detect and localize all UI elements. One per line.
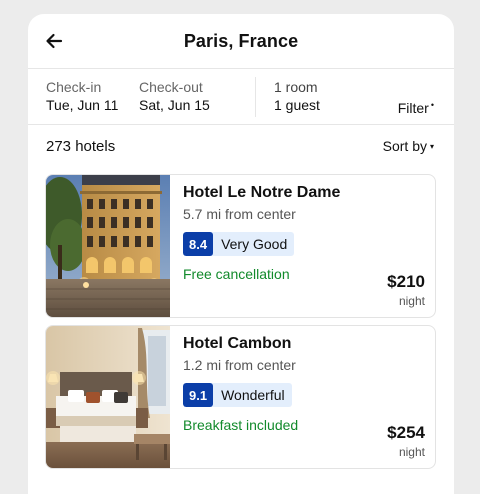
sort-button[interactable]: Sort by ▾ [383,138,434,154]
hotel-perk: Free cancellation [183,266,290,282]
rating-word: Wonderful [221,387,285,403]
sort-label: Sort by [382,138,427,154]
checkin-label: Check-in [46,79,102,95]
divider [255,77,256,117]
price-block: $210 night [387,272,425,308]
results-bar: 273 hotels Sort by ▾ [28,125,454,169]
rooms-guests-field[interactable]: 1 room 1 guest [274,79,320,114]
hotel-card[interactable]: Hotel Cambon 1.2 mi from center 9.1 Wond… [45,325,436,469]
checkout-label: Check-out [139,79,203,95]
hotel-distance: 1.2 mi from center [183,357,296,373]
rating-word: Very Good [221,236,288,252]
price-value: $210 [387,272,425,291]
page-title: Paris, France [183,31,299,51]
price-unit: night [398,445,425,459]
checkout-value: Sat, Jun 15 [139,97,210,113]
hotel-distance: 5.7 mi from center [183,206,296,222]
hotel-room-photo [46,326,170,468]
results-count: 273 hotels [46,138,116,155]
hotel-card-body: Hotel Cambon 1.2 mi from center 9.1 Wond… [183,326,435,468]
search-summary: Check-in Tue, Jun 11 Check-out Sat, Jun … [28,69,454,125]
top-bar: Paris, France [28,14,454,69]
rooms-value: 1 room [274,79,318,95]
guests-value: 1 guest [274,97,320,113]
hotel-name: Hotel Le Notre Dame [183,184,341,201]
rating-score: 9.1 [183,383,214,407]
chevron-down-icon: ▾ [429,142,434,151]
hotel-exterior-photo [46,175,170,317]
filter-indicator-icon: • [430,100,434,110]
hotel-card[interactable]: Hotel Le Notre Dame 5.7 mi from center 8… [45,174,436,318]
filter-button[interactable]: Filter • [398,100,434,116]
filter-label: Filter [397,100,429,116]
rating-score: 8.4 [183,232,214,256]
hotel-perk: Breakfast included [183,417,299,433]
checkout-field[interactable]: Check-out Sat, Jun 15 [139,79,210,114]
rating-badge: 9.1 Wonderful [183,383,292,407]
price-unit: night [398,294,425,308]
hotel-card-body: Hotel Le Notre Dame 5.7 mi from center 8… [183,175,435,317]
price-value: $254 [387,423,425,442]
price-block: $254 night [387,423,425,459]
rating-badge: 8.4 Very Good [183,232,295,256]
checkin-value: Tue, Jun 11 [46,97,119,113]
hotel-name: Hotel Cambon [183,335,292,352]
checkin-field[interactable]: Check-in Tue, Jun 11 [46,79,118,114]
hotel-search-screen: Paris, France Check-in Tue, Jun 11 Check… [28,14,454,494]
